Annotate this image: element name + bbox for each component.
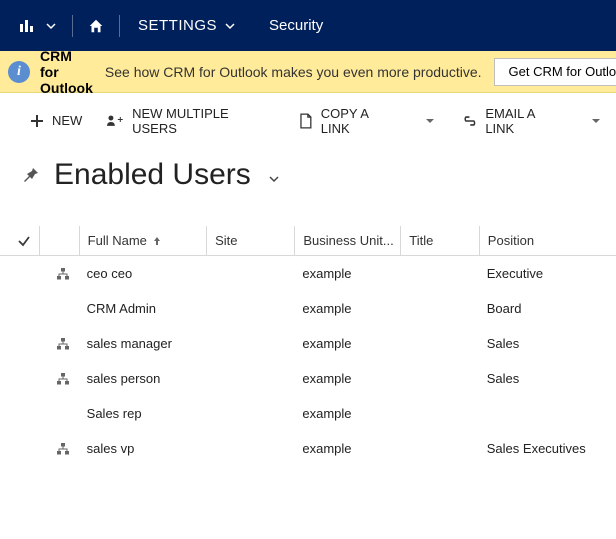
nav-security-label: Security [269,17,323,34]
link-icon [462,116,478,126]
document-icon [299,113,313,129]
table-row[interactable]: sales vp example Sales Executives [0,431,616,466]
cell-position: Executive [479,266,616,281]
users-plus-icon [106,114,124,128]
cell-business-unit: example [294,266,400,281]
email-link-button[interactable]: EMAIL A LINK [450,105,578,137]
cell-business-unit: example [294,406,400,421]
table-row[interactable]: CRM Admin example Board [0,291,616,326]
view-title[interactable]: Enabled Users [54,158,279,192]
copy-link-button[interactable]: COPY A LINK [287,105,412,137]
grid-header-row: Full Name Site Business Unit... Title Po… [0,226,616,256]
new-multiple-label: NEW MULTIPLE USERS [132,106,275,136]
notice-text: See how CRM for Outlook makes you even m… [105,64,482,80]
users-grid: Full Name Site Business Unit... Title Po… [0,226,616,466]
crm-bars-icon [18,16,38,36]
table-row[interactable]: ceo ceo example Executive [0,256,616,291]
table-row[interactable]: Sales rep example [0,396,616,431]
nav-separator [72,15,73,37]
new-button[interactable]: NEW [18,105,94,137]
cell-position: Sales Executives [479,441,616,456]
nav-security-button[interactable]: Security [249,17,343,34]
select-all-checkbox[interactable] [0,226,39,255]
new-multiple-users-button[interactable]: NEW MULTIPLE USERS [94,105,287,137]
header-title-label: Title [409,233,433,248]
column-header-title[interactable]: Title [400,226,479,255]
view-header: Enabled Users [0,158,616,192]
notice-title: CRM for Outlook [40,48,93,96]
view-title-text: Enabled Users [54,158,251,191]
header-fullname-label: Full Name [88,233,147,248]
cell-business-unit: example [294,371,400,386]
hierarchy-icon [56,442,70,456]
plus-icon [30,114,44,128]
row-hierarchy-button[interactable] [39,337,78,351]
command-bar: NEW NEW MULTIPLE USERS COPY A LINK EMAIL… [0,93,616,148]
cell-fullname[interactable]: ceo ceo [79,266,206,281]
column-header-fullname[interactable]: Full Name [79,226,206,255]
row-hierarchy-button[interactable] [39,372,78,386]
email-link-label: EMAIL A LINK [485,106,566,136]
pin-icon[interactable] [22,166,40,184]
crm-logo[interactable] [18,16,56,36]
nav-home-button[interactable] [77,17,115,35]
cell-fullname[interactable]: sales manager [79,336,206,351]
get-crm-outlook-button[interactable]: Get CRM for Outlook [494,58,616,86]
cell-business-unit: example [294,301,400,316]
column-header-business-unit[interactable]: Business Unit... [294,226,400,255]
grid-body: ceo ceo example Executive CRM Admin example B… [0,256,616,466]
cell-position: Board [479,301,616,316]
table-row[interactable]: sales manager example Sales [0,326,616,361]
header-bu-label: Business Unit... [303,233,393,248]
sort-asc-icon [153,236,161,246]
hierarchy-icon [56,267,70,281]
table-row[interactable]: sales person example Sales [0,361,616,396]
cell-fullname[interactable]: sales vp [79,441,206,456]
chevron-down-icon [225,21,235,31]
header-position-label: Position [488,233,534,248]
info-icon: i [8,61,30,83]
top-navbar: SETTINGS Security [0,0,616,51]
chevron-down-icon [46,21,56,31]
nav-settings-label: SETTINGS [138,17,217,34]
home-icon [87,17,105,35]
cell-fullname[interactable]: sales person [79,371,206,386]
column-header-position[interactable]: Position [479,226,616,255]
hierarchy-icon [56,337,70,351]
nav-separator [119,15,120,37]
check-icon [17,234,31,248]
column-header-site[interactable]: Site [206,226,294,255]
caret-down-icon [592,117,600,125]
row-hierarchy-button[interactable] [39,267,78,281]
cell-fullname[interactable]: Sales rep [79,406,206,421]
copy-link-dropdown[interactable] [418,105,450,137]
cell-fullname[interactable]: CRM Admin [79,301,206,316]
row-hierarchy-button[interactable] [39,442,78,456]
new-label: NEW [52,113,82,128]
header-site-label: Site [215,233,237,248]
nav-settings-button[interactable]: SETTINGS [124,17,249,34]
outlook-notice-bar: i CRM for Outlook See how CRM for Outloo… [0,51,616,93]
cell-position: Sales [479,336,616,351]
email-link-dropdown[interactable] [584,105,616,137]
chevron-down-icon [269,174,279,184]
cell-position: Sales [479,371,616,386]
cell-business-unit: example [294,441,400,456]
column-header-hierarchy[interactable] [39,226,78,255]
copy-link-label: COPY A LINK [321,106,400,136]
cell-business-unit: example [294,336,400,351]
hierarchy-icon [56,372,70,386]
caret-down-icon [426,117,434,125]
